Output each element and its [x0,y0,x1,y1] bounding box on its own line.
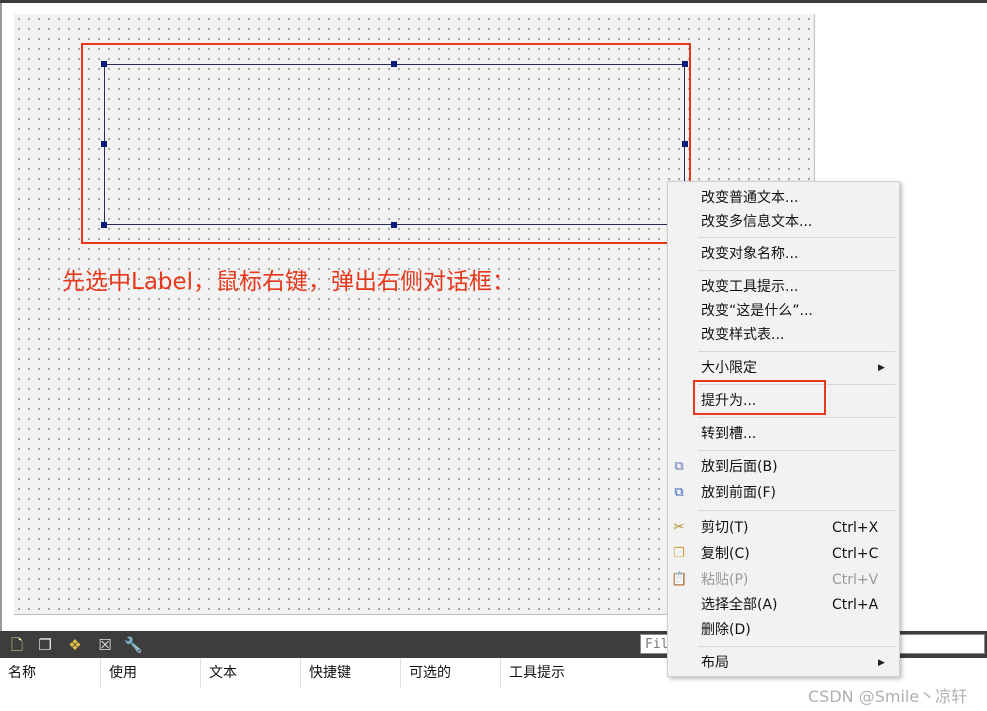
menu-item-size-constraints[interactable]: 大小限定 ▶ [668,356,899,380]
menu-shortcut: Ctrl+C [832,546,879,562]
menu-item-bring-to-front[interactable]: ⧉ 放到前面(F) [668,481,899,505]
menu-item-label: 改变样式表... [701,327,785,343]
menu-separator [698,237,895,238]
left-border [0,3,2,631]
annotation-highlight-box [81,43,691,244]
bring-to-front-icon: ⧉ [674,485,684,500]
promote-highlight-box [693,380,826,415]
menu-item-change-whats-this[interactable]: 改变“这是什么”... [668,299,899,323]
menu-separator [698,450,895,451]
menu-item-label: 转到槽... [701,426,757,442]
menu-separator [698,510,895,511]
menu-item-delete[interactable]: 删除(D) [668,618,899,642]
menu-item-change-rich-text[interactable]: 改变多信息文本... [668,210,899,234]
column-header[interactable]: 使用 [100,658,200,688]
menu-item-label: 改变对象名称... [701,246,799,262]
menu-item-change-plain-text[interactable]: 改变普通文本... [668,186,899,210]
menu-separator [698,270,895,271]
menu-item-layout[interactable]: 布局 ▶ [668,651,899,675]
menu-item-change-tooltip[interactable]: 改变工具提示... [668,275,899,299]
copy-icon: ❐ [673,546,685,561]
submenu-arrow-icon: ▶ [878,363,885,373]
menu-item-label: 改变普通文本... [701,190,799,206]
menu-item-label: 剪切(T) [701,520,749,536]
python-icon[interactable]: ❖ [66,636,84,654]
menu-item-label: 布局 [701,655,729,671]
menu-item-label: 放到后面(B) [701,459,778,475]
menu-item-label: 改变“这是什么”... [701,303,813,319]
menu-shortcut: Ctrl+X [832,520,879,536]
window-top-border [0,0,987,3]
menu-separator [698,417,895,418]
send-to-back-icon: ⧉ [674,459,684,474]
column-header[interactable]: 工具提示 [500,658,660,688]
paste-icon: 📋 [671,572,688,587]
menu-item-change-object-name[interactable]: 改变对象名称... [668,242,899,266]
menu-item-label: 大小限定 [701,360,757,376]
column-header[interactable]: 可选的 [400,658,500,688]
menu-item-label: 放到前面(F) [701,485,776,501]
copy-icon[interactable]: ❐ [36,636,54,654]
menu-item-go-to-slot[interactable]: 转到槽... [668,422,899,446]
watermark: CSDN @Smile丶凉轩 [808,687,968,706]
menu-item-label: 选择全部(A) [701,597,778,613]
menu-item-change-stylesheet[interactable]: 改变样式表... [668,323,899,347]
menu-item-copy[interactable]: ❐ 复制(C) Ctrl+C [668,542,899,566]
menu-item-select-all[interactable]: 选择全部(A) Ctrl+A [668,593,899,617]
context-menu: 改变普通文本... 改变多信息文本... 改变对象名称... 改变工具提示...… [667,181,900,677]
menu-item-label: 删除(D) [701,622,751,638]
menu-separator [698,351,895,352]
submenu-arrow-icon: ▶ [878,658,885,668]
menu-item-label: 改变工具提示... [701,279,799,295]
menu-item-cut[interactable]: ✂ 剪切(T) Ctrl+X [668,516,899,540]
menu-item-label: 改变多信息文本... [701,214,813,230]
scissors-icon: ✂ [673,520,685,535]
menu-shortcut: Ctrl+V [832,572,879,588]
annotation-text: 先选中Label，鼠标右键，弹出右侧对话框： [62,269,516,295]
menu-item-label: 粘贴(P) [701,572,749,588]
column-header[interactable]: 文本 [200,658,300,688]
column-header[interactable]: 名称 [0,658,100,688]
menu-item-send-to-back[interactable]: ⧉ 放到后面(B) [668,455,899,479]
menu-separator [698,646,895,647]
column-header[interactable]: 快捷键 [300,658,400,688]
menu-item-paste: 📋 粘贴(P) Ctrl+V [668,568,899,592]
menu-item-label: 复制(C) [701,546,750,562]
settings-wrench-icon[interactable]: 🔧 [124,636,143,654]
delete-icon[interactable]: ☒ [96,636,114,654]
menu-shortcut: Ctrl+A [832,597,879,613]
new-action-icon[interactable]: 🗋 [8,636,26,654]
